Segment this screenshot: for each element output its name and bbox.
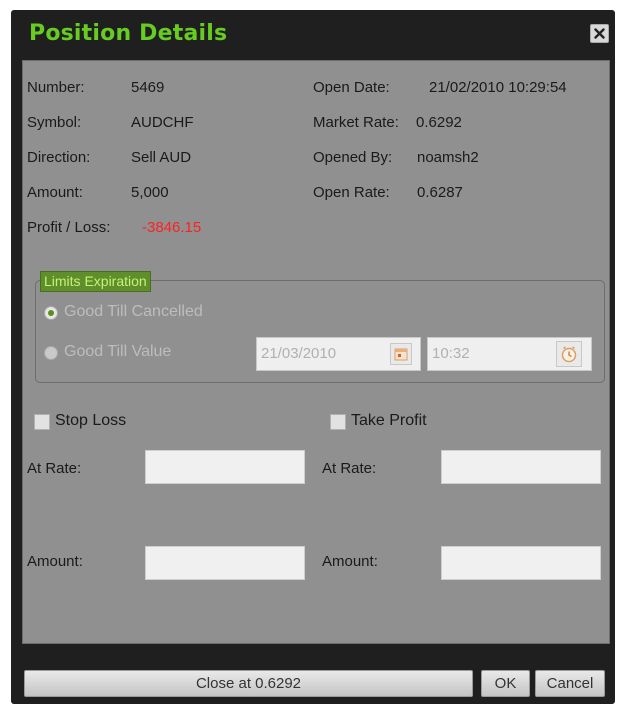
take-profit-at-rate-label: At Rate: bbox=[322, 460, 377, 477]
market-rate-value: 0.6292 bbox=[416, 114, 462, 131]
close-icon bbox=[594, 28, 605, 39]
dialog-title: Position Details bbox=[29, 21, 228, 46]
profit-loss-value: -3846.15 bbox=[142, 219, 202, 236]
symbol-label: Symbol: bbox=[27, 114, 82, 131]
amount-value: 5,000 bbox=[131, 184, 169, 201]
take-profit-amount-label: Amount: bbox=[322, 553, 378, 570]
good-till-value-radio[interactable] bbox=[44, 346, 58, 360]
profit-loss-label: Profit / Loss: bbox=[27, 219, 111, 236]
cancel-button[interactable]: Cancel bbox=[535, 670, 605, 697]
close-button[interactable] bbox=[590, 24, 609, 43]
calendar-icon bbox=[394, 348, 408, 361]
good-till-cancelled-label: Good Till Cancelled bbox=[64, 303, 203, 320]
take-profit-amount-input[interactable] bbox=[441, 546, 601, 580]
date-picker-button[interactable] bbox=[390, 343, 412, 365]
take-profit-rate-input[interactable] bbox=[441, 450, 601, 484]
number-label: Number: bbox=[27, 79, 85, 96]
direction-label: Direction: bbox=[27, 149, 91, 166]
open-date-value: 21/02/2010 10:29:54 bbox=[429, 79, 567, 96]
amount-label: Amount: bbox=[27, 184, 83, 201]
good-till-value-label: Good Till Value bbox=[64, 343, 172, 360]
stop-loss-amount-label: Amount: bbox=[27, 553, 83, 570]
open-rate-value: 0.6287 bbox=[417, 184, 463, 201]
take-profit-label: Take Profit bbox=[351, 412, 427, 429]
take-profit-checkbox[interactable] bbox=[330, 414, 346, 430]
direction-value: Sell AUD bbox=[131, 149, 192, 166]
expiration-time-value: 10:32 bbox=[432, 345, 470, 362]
open-rate-label: Open Rate: bbox=[313, 184, 390, 201]
stop-loss-rate-input[interactable] bbox=[145, 450, 305, 484]
ok-button[interactable]: OK bbox=[481, 670, 530, 697]
number-value: 5469 bbox=[131, 79, 165, 96]
close-at-button[interactable]: Close at 0.6292 bbox=[24, 670, 473, 697]
opened-by-value: noamsh2 bbox=[417, 149, 479, 166]
limits-expiration-legend: Limits Expiration bbox=[40, 271, 151, 292]
open-date-label: Open Date: bbox=[313, 79, 390, 96]
stop-loss-label: Stop Loss bbox=[55, 412, 127, 429]
market-rate-label: Market Rate: bbox=[313, 114, 399, 131]
good-till-cancelled-radio[interactable] bbox=[44, 306, 58, 320]
clock-icon bbox=[561, 346, 577, 363]
stop-loss-amount-input[interactable] bbox=[145, 546, 305, 580]
expiration-date-value: 21/03/2010 bbox=[261, 345, 337, 362]
opened-by-label: Opened By: bbox=[313, 149, 393, 166]
stop-loss-checkbox[interactable] bbox=[34, 414, 50, 430]
symbol-value: AUDCHF bbox=[131, 114, 194, 131]
time-picker-button[interactable] bbox=[556, 341, 582, 367]
stop-loss-at-rate-label: At Rate: bbox=[27, 460, 82, 477]
